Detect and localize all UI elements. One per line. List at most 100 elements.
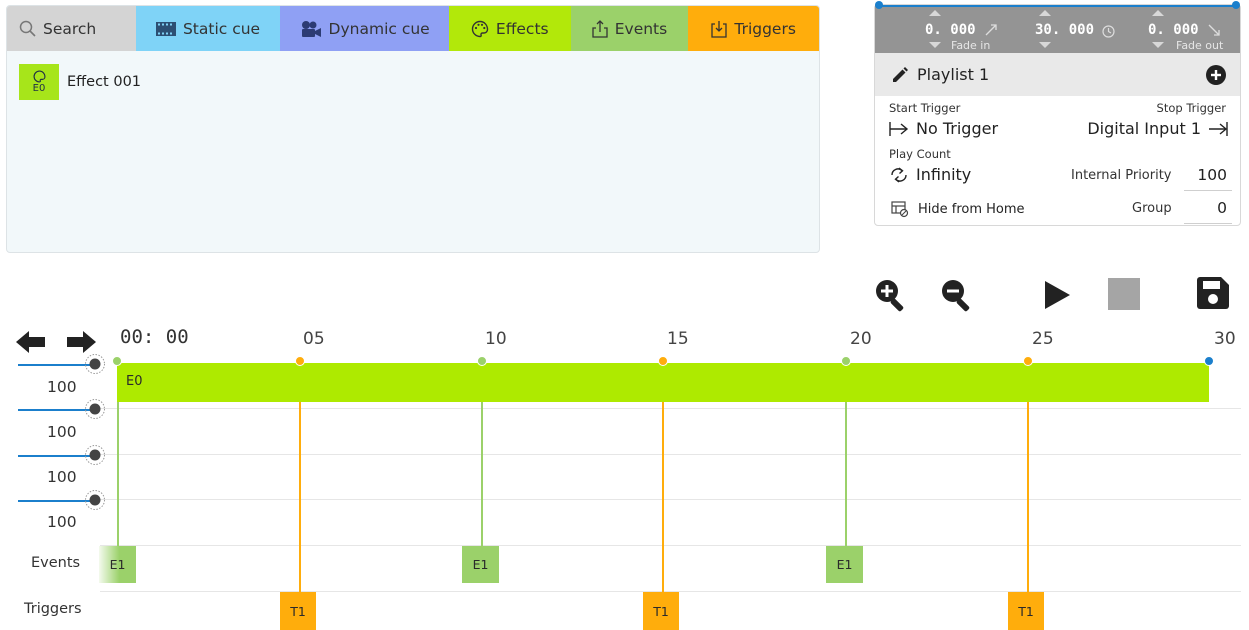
tab-events[interactable]: Events [570,6,689,51]
fade-in-decrease-button[interactable] [929,42,941,48]
brightness-knob-icon[interactable] [84,489,106,511]
ruler-tick: 20 [850,329,872,349]
fade-start-handle[interactable] [875,1,883,9]
playlist-header: Playlist 1 [875,53,1240,96]
event-block[interactable]: E1 [826,546,863,583]
ruler-tick: 10 [485,329,507,349]
stop-trigger-select[interactable]: Digital Input 1 [1087,119,1228,138]
pencil-icon[interactable] [891,66,909,84]
stop-icon[interactable] [1108,278,1140,310]
timeline-row-divider [100,408,1241,409]
fade-in-label: Fade in [951,39,991,52]
tab-search[interactable]: Search [7,6,136,51]
brightness-knob-icon[interactable] [84,353,106,375]
tab-static-cue[interactable]: Static cue [135,6,281,51]
library-item-effect[interactable]: E0 Effect 001 [19,64,141,100]
ruler-tick: 15 [667,329,689,349]
video-camera-icon [301,20,321,37]
playlist-name[interactable]: Playlist 1 [917,65,989,84]
start-trigger-select[interactable]: No Trigger [889,119,998,138]
hide-home-icon [891,201,909,218]
event-block[interactable]: E1 [462,546,499,583]
group-input[interactable]: 0 [1181,199,1227,217]
timeline-row-divider [100,499,1241,500]
event-marker[interactable] [841,356,851,366]
add-circle-icon[interactable] [1206,65,1226,85]
internal-priority-input[interactable]: 100 [1181,166,1227,184]
stop-trigger-value: Digital Input 1 [1087,119,1201,138]
zoom-out-icon[interactable] [939,277,975,313]
duration-increase-button[interactable] [1039,10,1051,16]
hide-from-home-toggle[interactable]: Hide from Home [891,200,1025,218]
triggers-row-label: Triggers [24,601,82,617]
fade-in-value[interactable]: 0. 000 [925,22,976,38]
trigger-block[interactable]: T1 [1008,592,1044,630]
trigger-marker[interactable] [295,356,305,366]
fade-out-increase-button[interactable] [1152,10,1164,16]
clock-icon [1102,25,1115,38]
repeat-icon [891,166,907,183]
event-block[interactable]: E1 [99,546,136,583]
fade-out-value[interactable]: 0. 000 [1148,22,1199,38]
trigger-marker[interactable] [1023,356,1033,366]
play-count-value: Infinity [916,165,972,184]
palette-icon [33,70,45,83]
fade-out-label: Fade out [1176,39,1224,52]
fade-curve-line [879,5,1236,7]
timeline-start-time: 00: 00 [120,326,189,348]
brightness-knob-icon[interactable] [84,444,106,466]
level-value: 100 [47,423,77,441]
events-row-label: Events [31,555,81,571]
play-icon[interactable] [1042,279,1072,311]
start-trigger-value: No Trigger [916,119,999,138]
playlist-panel: 0. 000 Fade in 30. 000 0. 000 Fade out P… [874,1,1241,226]
event-marker[interactable] [477,356,487,366]
fade-in-increase-button[interactable] [929,10,941,16]
level-value: 100 [47,513,77,531]
palette-icon [471,20,489,37]
tab-triggers[interactable]: Triggers [688,6,819,51]
group-underline [1184,223,1232,224]
duration-decrease-button[interactable] [1039,42,1051,48]
fade-in-icon [985,24,997,36]
tab-search-label: Search [43,19,97,38]
event-marker[interactable] [112,356,122,366]
effect-track-label: E0 [126,374,143,389]
timeline-row-divider [100,545,1241,546]
trigger-block[interactable]: T1 [280,592,316,630]
save-icon[interactable] [1196,276,1230,310]
fade-out-icon [1208,24,1220,36]
level-value: 100 [47,378,77,396]
effect-track-bar[interactable] [117,363,1209,402]
effect-chip-code: E0 [32,83,46,94]
effect-name: Effect 001 [67,74,142,90]
import-icon [711,20,728,38]
duration-value[interactable]: 30. 000 [1035,22,1094,38]
trigger-block[interactable]: T1 [643,592,679,630]
tab-static-cue-label: Static cue [182,19,261,38]
effect-chip: E0 [19,64,59,100]
internal-priority-label: Internal Priority [1071,168,1172,183]
export-icon [592,19,608,38]
film-strip-icon [155,21,176,36]
arrow-right-icon[interactable] [66,330,96,354]
fade-out-decrease-button[interactable] [1152,42,1164,48]
tab-triggers-label: Triggers [734,19,796,38]
library-tabs: Search Static cue Dynamic cue Effects Ev… [7,6,819,51]
fade-end-handle[interactable] [1232,1,1240,9]
trigger-marker[interactable] [658,356,668,366]
start-trigger-label: Start Trigger [889,101,961,115]
zoom-in-icon[interactable] [873,277,909,313]
timeline-row-divider [100,454,1241,455]
arrow-left-icon[interactable] [16,330,46,354]
tab-dynamic-cue[interactable]: Dynamic cue [280,6,449,51]
stop-trigger-label: Stop Trigger [1156,101,1226,115]
hide-from-home-label: Hide from Home [918,201,1025,217]
fade-controls: 0. 000 Fade in 30. 000 0. 000 Fade out [875,1,1240,53]
end-marker[interactable] [1204,356,1214,366]
brightness-knob-icon[interactable] [84,398,106,420]
play-count-select[interactable]: Infinity [889,165,971,184]
library-panel: Search Static cue Dynamic cue Effects Ev… [6,5,820,253]
play-count-label: Play Count [889,147,951,161]
tab-effects[interactable]: Effects [448,6,571,51]
